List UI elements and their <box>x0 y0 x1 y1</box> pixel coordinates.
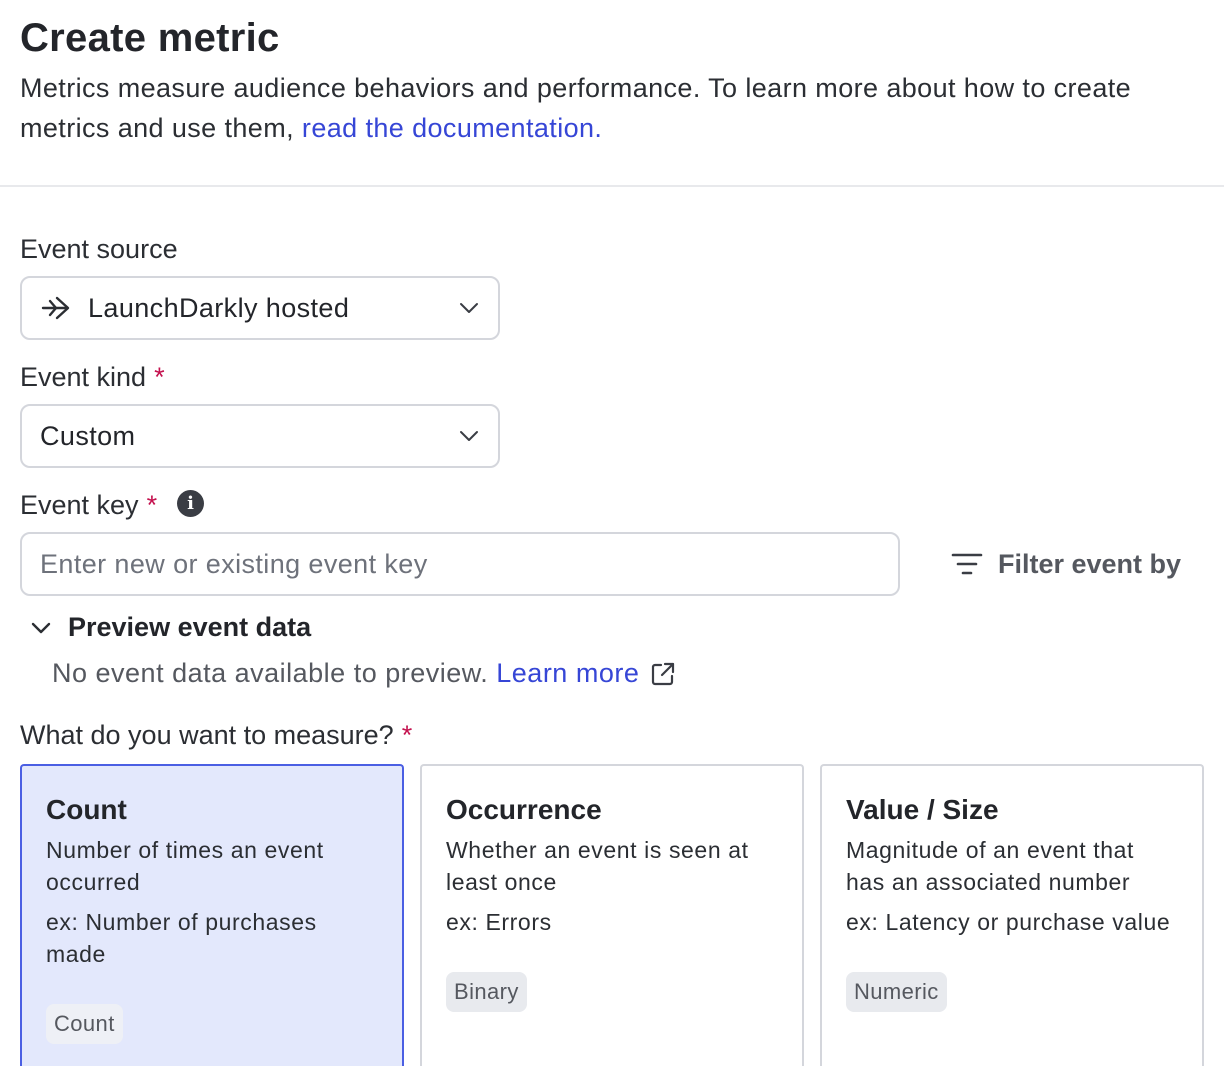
measure-label: What do you want to measure? * <box>20 718 412 752</box>
info-icon[interactable]: i <box>177 490 205 518</box>
measure-label-text: What do you want to measure? <box>20 720 394 750</box>
event-source-label: Event source <box>20 232 178 266</box>
page-description: Metrics measure audience behaviors and p… <box>20 68 1190 148</box>
required-marker: * <box>146 490 158 520</box>
card-title: Value / Size <box>846 794 999 825</box>
chevron-down-icon <box>458 425 480 447</box>
preview-toggle-label: Preview event data <box>68 612 312 642</box>
card-badge: Count <box>46 1004 123 1044</box>
measure-card-value-size[interactable]: Value / Size Magnitude of an event that … <box>820 764 1204 1066</box>
preview-event-data-toggle[interactable]: Preview event data <box>26 612 311 643</box>
event-kind-value: Custom <box>40 420 136 451</box>
measure-options: Count Number of times an event occurred … <box>20 764 1204 1066</box>
chevron-down-icon <box>458 297 480 319</box>
required-marker: * <box>401 720 413 750</box>
documentation-link[interactable]: read the documentation. <box>302 113 602 143</box>
preview-message-text: No event data available to preview. <box>52 658 489 688</box>
event-kind-label: Event kind * <box>20 360 165 394</box>
card-badge: Numeric <box>846 972 947 1012</box>
card-example: ex: Number of purchases made <box>46 909 317 967</box>
filter-event-by-label: Filter event by <box>998 548 1182 579</box>
card-example: ex: Latency or purchase value <box>846 909 1171 935</box>
preview-message: No event data available to preview. Lear… <box>52 658 677 689</box>
card-title: Count <box>46 794 127 825</box>
event-source-label-text: Event source <box>20 234 178 264</box>
card-description: Number of times an event occurred <box>46 837 324 895</box>
event-kind-select[interactable]: Custom <box>20 404 500 468</box>
event-key-label: Event key * i <box>20 488 205 522</box>
card-description: Magnitude of an event that has an associ… <box>846 837 1134 895</box>
measure-card-count[interactable]: Count Number of times an event occurred … <box>20 764 404 1066</box>
page-title: Create metric <box>20 16 280 60</box>
arrow-right-icon <box>40 292 72 324</box>
filter-icon <box>950 549 984 579</box>
event-key-label-text: Event key <box>20 490 139 520</box>
measure-card-occurrence[interactable]: Occurrence Whether an event is seen at l… <box>420 764 804 1066</box>
card-title: Occurrence <box>446 794 602 825</box>
create-metric-page: Create metric Metrics measure audience b… <box>0 0 1224 1066</box>
card-description: Whether an event is seen at least once <box>446 837 749 895</box>
learn-more-link[interactable]: Learn more <box>496 658 639 689</box>
card-example: ex: Errors <box>446 909 552 935</box>
event-kind-label-text: Event kind <box>20 362 147 392</box>
required-marker: * <box>154 362 165 392</box>
external-link-icon[interactable] <box>649 660 677 688</box>
page-header: Create metric Metrics measure audience b… <box>0 0 1224 187</box>
chevron-down-icon <box>26 613 56 643</box>
event-source-value: LaunchDarkly hosted <box>88 292 350 323</box>
filter-event-by-button[interactable]: Filter event by <box>950 540 1181 588</box>
card-badge: Binary <box>446 972 527 1012</box>
event-source-select[interactable]: LaunchDarkly hosted <box>20 276 500 340</box>
event-key-input[interactable] <box>20 532 900 596</box>
